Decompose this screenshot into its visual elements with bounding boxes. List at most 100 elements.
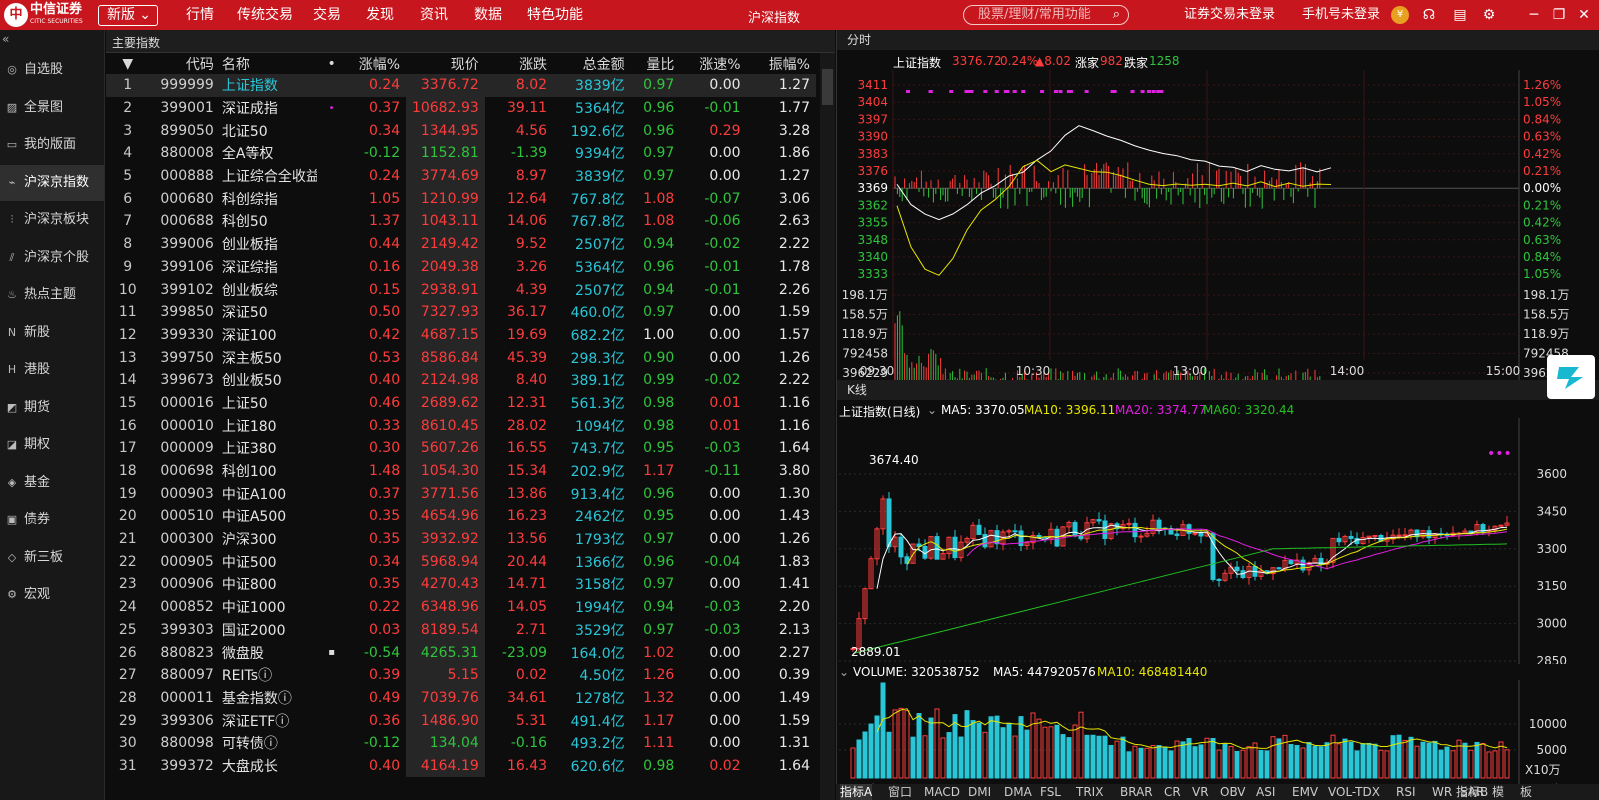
indicator-tab[interactable]: DMA bbox=[1004, 784, 1032, 800]
table-row[interactable]: 15 000016 上证50 0.46 2689.62 12.31 561.3亿 0.98 0.… bbox=[106, 391, 816, 415]
sidebar-item-11[interactable]: ◈ 基金 bbox=[0, 465, 104, 501]
table-row[interactable]: 7 000688 科创50 1.37 1043.11 14.06 767.8亿 1.08 -0.… bbox=[106, 210, 816, 233]
close-icon[interactable]: ✕ bbox=[1575, 6, 1593, 24]
search-icon[interactable]: ⌕ bbox=[1113, 6, 1120, 24]
sidebar-item-13[interactable]: ◇ 新三板 bbox=[0, 540, 104, 576]
table-row[interactable]: 23 000906 中证800 0.35 4270.43 14.71 3158亿 0.97 0.… bbox=[106, 573, 816, 596]
nav-trade[interactable]: 交易 bbox=[313, 6, 341, 24]
gear-icon[interactable]: ⚙ bbox=[1480, 6, 1498, 24]
nav-market[interactable]: 行情 bbox=[186, 6, 214, 24]
table-row[interactable]: 2 399001 深证成指 • 0.37 10682.93 39.11 5364亿 0.96 -0… bbox=[106, 96, 816, 120]
sidebar-item-8[interactable]: H 港股 bbox=[0, 352, 104, 388]
table-row[interactable]: 30 880098 可转债ⓘ -0.12 134.04 -0.16 493.2亿 1.11 0.… bbox=[106, 731, 816, 755]
indicator-tab[interactable]: BRAR bbox=[1120, 784, 1153, 800]
right-tab[interactable]: 指标B bbox=[1456, 784, 1488, 800]
table-row[interactable]: 29 399306 深证ETFⓘ 0.36 1486.90 5.31 491.4亿 1.17 0… bbox=[106, 709, 816, 732]
col-name[interactable]: 名称 bbox=[220, 53, 317, 74]
col-change[interactable]: 涨跌 bbox=[485, 53, 553, 74]
table-row[interactable]: 26 880823 微盘股 ▪ -0.54 4265.31 -23.09 164.0亿 1.02… bbox=[106, 641, 816, 664]
table-row[interactable]: 3 899050 北证50 0.34 1344.95 4.56 192.6亿 0.96 0.29… bbox=[106, 119, 816, 143]
headset-icon[interactable]: ☊ bbox=[1420, 6, 1438, 24]
sidebar-item-1[interactable]: ▨ 全景图 bbox=[0, 90, 104, 126]
table-row[interactable]: 31 399372 大盘成长 0.40 4164.19 16.43 620.6亿 0.98 0.… bbox=[106, 754, 816, 778]
minimize-icon[interactable]: ─ bbox=[1525, 6, 1543, 24]
table-row[interactable]: 6 000680 科创综指 1.05 1210.99 12.64 767.8亿 1.08 -0.… bbox=[106, 187, 816, 211]
sidebar-item-12[interactable]: ▣ 债券 bbox=[0, 502, 104, 538]
indicator-tab[interactable]: MACD bbox=[924, 784, 960, 800]
indicator-tab[interactable]: VR bbox=[1192, 784, 1209, 800]
nav-special[interactable]: 特色功能 bbox=[527, 6, 583, 24]
table-row[interactable]: 17 000009 上证380 0.30 5607.26 16.55 743.7亿 0.95 -… bbox=[106, 437, 816, 460]
col-speed[interactable]: 涨速% bbox=[680, 53, 746, 74]
coin-icon[interactable]: ¥ bbox=[1391, 6, 1409, 24]
table-row[interactable]: 16 000010 上证180 0.33 8610.45 28.02 1094亿 0.98 0.… bbox=[106, 414, 816, 437]
sidebar-item-9[interactable]: ◩ 期货 bbox=[0, 390, 104, 426]
sidebar-item-10[interactable]: ◪ 期权 bbox=[0, 427, 104, 463]
table-row[interactable]: 5 000888 上证综合全收益 0.24 3774.69 8.97 3839亿 0.97 0.… bbox=[106, 164, 816, 188]
indicator-tab[interactable]: DMI bbox=[968, 784, 991, 800]
indicator-tab[interactable]: 窗口 bbox=[888, 784, 912, 800]
sidebar-item-6[interactable]: ♨ 热点主题 bbox=[0, 277, 104, 313]
indicator-tab[interactable]: ASI bbox=[1256, 784, 1275, 800]
sidebar-item-7[interactable]: N 新股 bbox=[0, 315, 104, 351]
search-input[interactable]: 股票/理财/常用功能 ⌕ bbox=[963, 5, 1129, 25]
indicator-tab[interactable]: WR bbox=[1432, 784, 1452, 800]
restore-icon[interactable]: ❐ bbox=[1550, 6, 1568, 24]
indicator-tab[interactable]: TRIX bbox=[1076, 784, 1103, 800]
col-code[interactable]: 代码 bbox=[149, 53, 219, 74]
col-pct[interactable]: 涨幅% bbox=[346, 53, 406, 74]
table-row[interactable]: 11 399850 深证50 0.50 7327.93 36.17 460.0亿 0.97 0.… bbox=[106, 300, 816, 324]
col-amount[interactable]: 总金额 bbox=[553, 53, 631, 74]
kline-chart[interactable]: 3600 3450 3300 3150 3000 2850 3674.40 2889.01 ••… bbox=[837, 418, 1599, 664]
col-price[interactable]: 现价 bbox=[406, 53, 485, 74]
sort-arrow-icon[interactable]: ▼ bbox=[106, 53, 149, 74]
collapse-icon[interactable]: « bbox=[2, 32, 9, 46]
table-row[interactable]: 8 399006 创业板指 0.44 2149.42 9.52 2507亿 0.94 -0.02… bbox=[106, 232, 816, 256]
col-volratio[interactable]: 量比 bbox=[631, 53, 681, 74]
col-amplitude[interactable]: 振幅% bbox=[747, 53, 816, 74]
table-row[interactable]: 21 000300 沪深300 0.35 3932.92 13.56 1793亿 0.97 0.… bbox=[106, 527, 816, 551]
nav-traditional-trade[interactable]: 传统交易 bbox=[237, 6, 293, 24]
version-dropdown[interactable]: 新版 ⌄ bbox=[98, 5, 158, 26]
table-row[interactable]: 20 000510 中证A500 0.35 4654.96 16.23 2462亿 0.95 0… bbox=[106, 505, 816, 528]
table-row[interactable]: 18 000698 科创100 1.48 1054.30 15.34 202.9亿 1.17 -… bbox=[106, 459, 816, 483]
indicator-tab[interactable]: VOL-TDX bbox=[1328, 784, 1380, 800]
indicator-tab[interactable]: 指标A bbox=[840, 784, 873, 800]
table-row[interactable]: 9 399106 深证综指 0.16 2049.38 3.26 5364亿 0.96 -0.01… bbox=[106, 255, 816, 279]
sidebar-item-5[interactable]: ⫽ 沪深京个股 bbox=[0, 240, 104, 276]
table-row[interactable]: 1 999999 上证指数 0.24 3376.72 8.02 3839亿 0.97 0.00 1… bbox=[106, 74, 816, 97]
indicator-tab[interactable]: OBV bbox=[1220, 784, 1246, 800]
indicator-tab[interactable]: EMV bbox=[1292, 784, 1318, 800]
chevron-circle-icon[interactable]: ⌄ bbox=[839, 665, 849, 679]
sidebar-item-2[interactable]: ▭ 我的版面 bbox=[0, 127, 104, 163]
indicator-tab[interactable]: RSI bbox=[1396, 784, 1416, 800]
sidebar-item-14[interactable]: ⚙ 宏观 bbox=[0, 577, 104, 613]
nav-data[interactable]: 数据 bbox=[474, 6, 502, 24]
trade-login-link[interactable]: 证券交易未登录 bbox=[1184, 7, 1275, 23]
sidebar-item-0[interactable]: ◎ 自选股 bbox=[0, 52, 104, 88]
col-dot[interactable]: • bbox=[317, 53, 346, 74]
table-row[interactable]: 14 399673 创业板50 0.40 2124.98 8.40 389.1亿 0.99 -0… bbox=[106, 368, 816, 392]
phone-login-link[interactable]: 手机号未登录 bbox=[1302, 7, 1380, 23]
app-shortcut-icon[interactable] bbox=[1547, 355, 1595, 399]
notes-icon[interactable]: ▤ bbox=[1451, 6, 1469, 24]
chevron-circle-icon[interactable]: ⌄ bbox=[927, 403, 937, 417]
table-row[interactable]: 25 399303 国证2000 0.03 8189.54 2.71 3529亿 0.97 -0… bbox=[106, 618, 816, 642]
table-row[interactable]: 10 399102 创业板综 0.15 2938.91 4.39 2507亿 0.94 -0.0… bbox=[106, 278, 816, 301]
right-tab[interactable]: 模 bbox=[1492, 784, 1504, 800]
volume-chart[interactable]: 100005000X10万2024年1112123日线 bbox=[837, 680, 1599, 784]
table-row[interactable]: 27 880097 REITsⓘ 0.39 5.15 0.02 4.50亿 1.26 0.00 0… bbox=[106, 663, 816, 687]
table-scrollbar[interactable] bbox=[820, 53, 835, 800]
right-tab[interactable]: 板 bbox=[1520, 784, 1532, 800]
table-row[interactable]: 12 399330 深证100 0.42 4687.15 19.69 682.2亿 1.00 0… bbox=[106, 323, 816, 347]
indicator-tab[interactable]: FSL bbox=[1040, 784, 1061, 800]
table-row[interactable]: 24 000852 中证1000 0.22 6348.96 14.05 1994亿 0.94 -… bbox=[106, 595, 816, 619]
table-row[interactable]: 22 000905 中证500 0.34 5968.94 20.44 1366亿 0.96 -0… bbox=[106, 550, 816, 574]
sidebar-item-4[interactable]: ⫶ 沪深京板块 bbox=[0, 202, 104, 238]
table-row[interactable]: 28 000011 基金指数ⓘ 0.49 7039.76 34.61 1278亿 1.32 0.… bbox=[106, 686, 816, 710]
nav-discover[interactable]: 发现 bbox=[366, 6, 394, 24]
sidebar-item-3[interactable]: ⌁ 沪深京指数 bbox=[0, 164, 104, 201]
table-row[interactable]: 4 880008 全A等权 -0.12 1152.81 -1.39 9394亿 0.97 0.0… bbox=[106, 142, 816, 165]
table-row[interactable]: 13 399750 深主板50 0.53 8586.84 45.39 298.3亿 0.90 0… bbox=[106, 346, 816, 369]
indicator-tab[interactable]: CR bbox=[1164, 784, 1181, 800]
